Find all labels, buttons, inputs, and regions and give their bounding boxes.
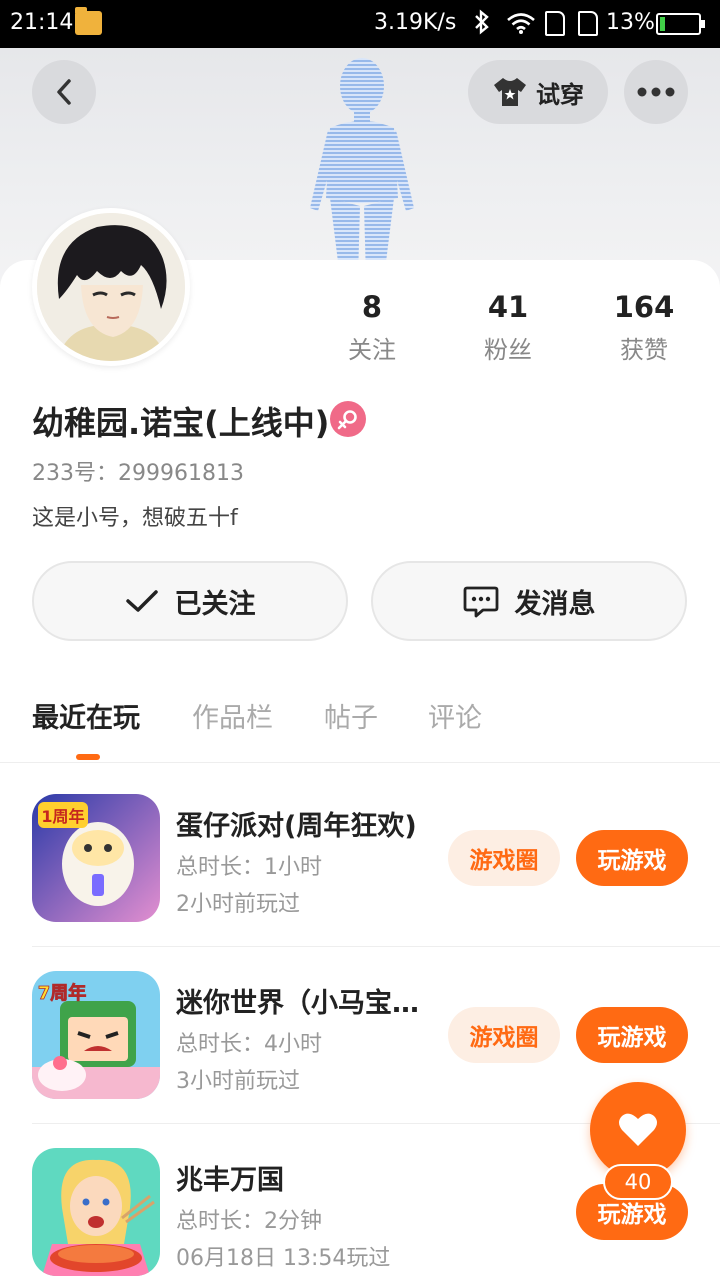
game-title: 兆丰万国 — [176, 1165, 284, 1196]
more-button[interactable] — [624, 60, 688, 124]
network-speed: 3.19K/s — [374, 10, 457, 35]
battery-icon — [656, 13, 705, 35]
following-count: 8 — [361, 290, 383, 324]
sim-icon — [545, 11, 565, 36]
back-button[interactable] — [32, 60, 96, 124]
tab-posts[interactable]: 帖子 — [324, 696, 378, 735]
tshirt-icon — [494, 78, 526, 106]
game-duration: 总时长：1小时 — [176, 855, 322, 880]
profile-tabs: 最近在玩 作品栏 帖子 评论 — [0, 690, 720, 762]
stat-followers[interactable]: 41 粉丝 — [443, 290, 573, 365]
more-dots-icon — [637, 87, 675, 97]
followed-button[interactable]: 已关注 — [32, 561, 348, 641]
list-item[interactable]: 1周年 蛋仔派对(周年狂欢) 总时长：1小时 2小时前玩过 游戏圈 玩游戏 — [0, 770, 720, 947]
battery-percent: 13% — [606, 10, 655, 35]
heart-icon — [619, 1113, 657, 1146]
avatar-image — [37, 213, 185, 361]
send-message-button[interactable]: 发消息 — [371, 561, 687, 641]
tabs-divider — [0, 762, 720, 763]
sim-icon — [578, 11, 598, 36]
tab-works[interactable]: 作品栏 — [192, 696, 273, 735]
play-game-button[interactable]: 玩游戏 — [576, 830, 688, 886]
game-icon-mini-world[interactable]: 7周年 — [32, 971, 160, 1099]
back-arrow-icon — [57, 79, 71, 105]
wifi-icon — [506, 12, 536, 34]
game-icon-badge: 1周年 — [41, 807, 84, 826]
game-icon-badge: 7周年 — [38, 982, 87, 1004]
game-title: 蛋仔派对(周年狂欢) — [176, 811, 417, 842]
followers-count: 41 — [487, 290, 529, 324]
tab-recently-played[interactable]: 最近在玩 — [32, 696, 140, 735]
following-label: 关注 — [348, 336, 396, 364]
game-last-played: 2小时前玩过 — [176, 892, 300, 917]
game-last-played: 06月18日 13:54玩过 — [176, 1246, 391, 1271]
chat-bubble-icon — [463, 586, 498, 618]
game-icon-zhaofeng-wanguo[interactable] — [32, 1148, 160, 1276]
user-bio: 这是小号，想破五十f — [32, 506, 238, 531]
folder-icon — [75, 7, 102, 35]
followed-label: 已关注 — [174, 588, 256, 620]
game-duration: 总时长：2分钟 — [176, 1209, 322, 1234]
try-on-label: 试穿 — [536, 80, 584, 109]
active-tab-indicator — [76, 754, 100, 760]
stat-following[interactable]: 8 关注 — [307, 290, 437, 365]
send-message-label: 发消息 — [514, 588, 596, 620]
play-game-button[interactable]: 玩游戏 — [576, 1007, 688, 1063]
avatar-figure-illustration — [310, 58, 414, 278]
like-count-badge: 40 — [603, 1164, 673, 1200]
stat-likes[interactable]: 164 获赞 — [579, 290, 709, 365]
user-id: 233号：299961813 — [32, 461, 244, 486]
status-bar: 21:14 3.19K/s 13% — [0, 0, 720, 48]
game-title: 迷你世界（小马宝莉联动） — [176, 988, 432, 1019]
followers-label: 粉丝 — [484, 336, 532, 364]
battery-level — [660, 17, 665, 31]
female-icon — [330, 401, 366, 437]
game-circle-button[interactable]: 游戏圈 — [448, 1007, 560, 1063]
game-icon-eggy-party[interactable]: 1周年 — [32, 794, 160, 922]
username: 幼稚园.诺宝(上线中) — [32, 404, 330, 442]
bluetooth-icon — [472, 9, 492, 41]
likes-count: 164 — [613, 290, 675, 324]
game-circle-button[interactable]: 游戏圈 — [448, 830, 560, 886]
tab-comments[interactable]: 评论 — [428, 696, 482, 735]
game-last-played: 3小时前玩过 — [176, 1069, 300, 1094]
try-on-button[interactable]: 试穿 — [468, 60, 608, 124]
game-duration: 总时长：4小时 — [176, 1032, 322, 1057]
checkmark-icon — [125, 590, 158, 612]
avatar[interactable] — [32, 208, 190, 366]
likes-label: 获赞 — [620, 336, 668, 364]
status-time: 21:14 — [10, 10, 74, 35]
